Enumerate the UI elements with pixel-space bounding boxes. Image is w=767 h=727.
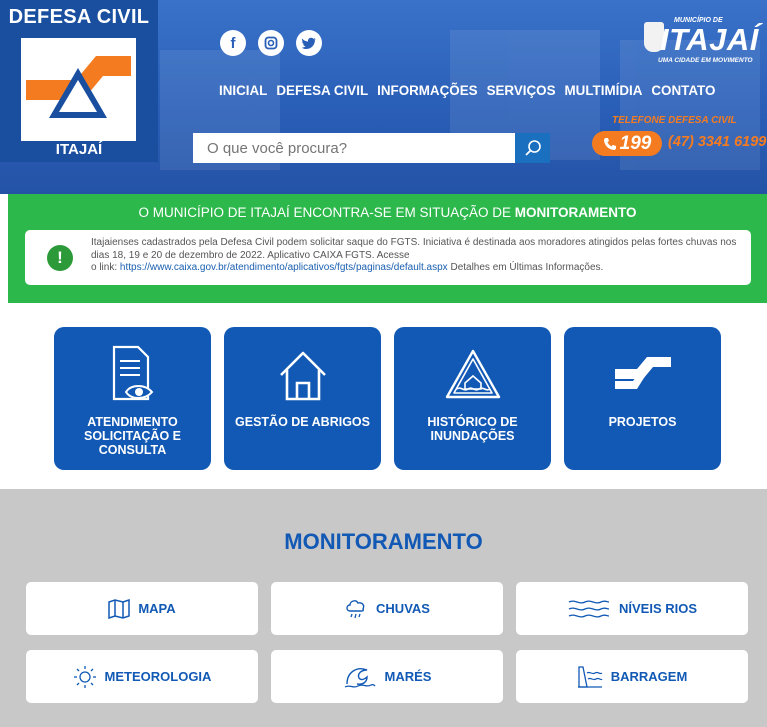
tile-atendimento[interactable]: ATENDIMENTO SOLICITAÇÃO E CONSULTA [54, 327, 211, 470]
monitor-niveis-rios-label: NÍVEIS RIOS [618, 601, 698, 616]
nav-contato[interactable]: CONTATO [651, 83, 715, 98]
monitor-mapa[interactable]: MAPA [26, 582, 258, 635]
search-icon [524, 140, 541, 156]
monitoring-title: MONITORAMENTO [284, 529, 483, 554]
tile-historico-inundacoes[interactable]: HISTÓRICO DE INUNDAÇÕES [394, 327, 551, 470]
tide-wave-icon [344, 667, 375, 688]
site-header: DEFESA CIVIL ITAJAÍ f INICIAL DEFESA CIV… [0, 0, 767, 194]
rain-cloud-icon [346, 599, 365, 618]
monitor-mapa-label: MAPA [138, 601, 176, 616]
brand-tagline: UMA CIDADE EM MOVIMENTO [658, 57, 753, 64]
prefeitura-itajai-logo[interactable]: MUNICÍPIO DE ITAJAÍ UMA CIDADE EM MOVIME… [612, 14, 762, 64]
monitor-meteorologia[interactable]: METEOROLOGIA [26, 650, 258, 703]
alert-title-prefix: O MUNICÍPIO DE ITAJAÍ ENCONTRA-SE EM SIT… [138, 205, 515, 220]
monitor-barragem-label: BARRAGEM [610, 669, 688, 684]
map-icon [108, 598, 131, 619]
alert-message-text: Itajaienses cadastrados pela Defesa Civi… [91, 237, 737, 261]
exclamation-icon: ! [47, 245, 73, 271]
fgts-link[interactable]: https://www.caixa.gov.br/atendimento/apl… [120, 262, 448, 273]
nav-servicos[interactable]: SERVIÇOS [487, 83, 556, 98]
tile-atendimento-label: ATENDIMENTO SOLICITAÇÃO E CONSULTA [84, 415, 181, 457]
defesa-civil-emblem-icon [21, 38, 136, 141]
alert-link-suffix: Detalhes em Últimas Informações. [447, 262, 604, 273]
nav-informacoes[interactable]: INFORMAÇÕES [377, 83, 477, 98]
logo-subtitle: ITAJAÍ [55, 141, 103, 158]
monitor-chuvas[interactable]: CHUVAS [271, 582, 503, 635]
tile-projetos[interactable]: PROJETOS [564, 327, 721, 470]
instagram-icon[interactable] [258, 30, 284, 56]
emergency-phone-badge[interactable]: 199 [592, 131, 662, 156]
document-eye-icon [112, 345, 153, 401]
emergency-phone-number: 199 [619, 132, 652, 154]
tile-historico-inundacoes-label: HISTÓRICO DE INUNDAÇÕES [427, 415, 518, 443]
river-waves-icon [568, 599, 610, 617]
nav-multimidia[interactable]: MULTIMÍDIA [565, 83, 643, 98]
sun-icon [73, 665, 96, 688]
monitor-mares-label: MARÉS [384, 669, 432, 684]
brand-name: ITAJAÍ [660, 22, 759, 57]
defesa-civil-logo-icon [614, 357, 671, 389]
tile-gestao-abrigos[interactable]: GESTÃO DE ABRIGOS [224, 327, 381, 470]
alert-status: MONITORAMENTO [514, 205, 637, 220]
dam-icon [577, 665, 603, 688]
house-icon [279, 351, 326, 401]
alert-message: Itajaienses cadastrados pela Defesa Civi… [91, 237, 741, 275]
nav-defesa-civil[interactable]: DEFESA CIVIL [276, 83, 368, 98]
monitoring-section: MONITORAMENTO MAPA CHUVAS NÍVEIS RIOS ME… [0, 489, 767, 727]
alert-link-prefix: o link: [91, 262, 120, 273]
alert-banner: O MUNICÍPIO DE ITAJAÍ ENCONTRA-SE EM SIT… [8, 194, 767, 303]
monitor-meteorologia-label: METEOROLOGIA [104, 669, 212, 684]
twitter-icon[interactable] [296, 30, 322, 56]
tile-gestao-abrigos-label: GESTÃO DE ABRIGOS [235, 415, 370, 429]
phone-label: TELEFONE DEFESA CIVIL [612, 115, 737, 126]
flood-warning-icon [445, 349, 500, 399]
phone-icon [603, 137, 616, 150]
social-links: f [220, 30, 322, 56]
nav-inicial[interactable]: INICIAL [219, 83, 267, 98]
monitor-niveis-rios[interactable]: NÍVEIS RIOS [516, 582, 748, 635]
search-bar [193, 133, 550, 163]
phone-number[interactable]: (47) 3341 6199 [668, 134, 766, 150]
alert-title: O MUNICÍPIO DE ITAJAÍ ENCONTRA-SE EM SIT… [8, 205, 767, 220]
search-button[interactable] [515, 133, 550, 163]
logo-title: DEFESA CIVIL [8, 6, 150, 28]
main-nav: INICIAL DEFESA CIVIL INFORMAÇÕES SERVIÇO… [219, 83, 715, 98]
monitor-chuvas-label: CHUVAS [376, 601, 430, 616]
search-input[interactable] [193, 133, 515, 163]
monitor-barragem[interactable]: BARRAGEM [516, 650, 748, 703]
defesa-civil-logo[interactable]: DEFESA CIVIL ITAJAÍ [0, 0, 158, 162]
monitor-mares[interactable]: MARÉS [271, 650, 503, 703]
page: DEFESA CIVIL ITAJAÍ f INICIAL DEFESA CIV… [0, 0, 767, 727]
alert-card: ! Itajaienses cadastrados pela Defesa Ci… [25, 230, 751, 285]
tile-projetos-label: PROJETOS [608, 415, 677, 429]
facebook-icon[interactable]: f [220, 30, 246, 56]
